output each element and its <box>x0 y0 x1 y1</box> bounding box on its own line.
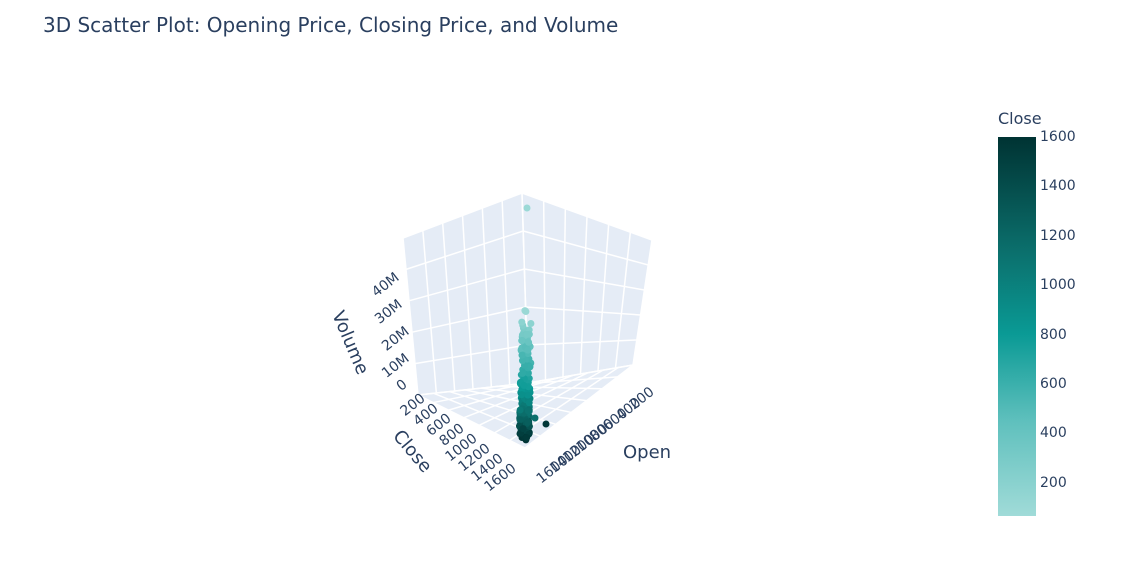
colorbar-title: Close <box>998 109 1042 128</box>
axis-title-z: Volume <box>327 308 372 378</box>
data-point <box>527 320 535 327</box>
scatter3d-plot[interactable]: 010M20M30M40M 200 400 600 800 1000 1200 1400 160… <box>0 0 1123 563</box>
data-point <box>524 346 532 354</box>
data-point <box>518 351 526 359</box>
data-point <box>525 338 533 346</box>
z-tick-label: 10M <box>379 351 412 382</box>
data-point <box>518 391 526 399</box>
z-tick-label: 30M <box>372 297 405 328</box>
colorbar-tick-label: 1200 <box>1040 227 1076 244</box>
data-point <box>518 318 526 326</box>
data-point <box>518 337 526 345</box>
data-point <box>516 416 524 424</box>
data-point <box>523 434 531 442</box>
data-point <box>519 425 527 433</box>
data-point <box>516 406 524 414</box>
z-tick-label: 20M <box>379 324 412 355</box>
data-point-outlier <box>531 414 539 422</box>
data-point <box>524 391 532 399</box>
colorbar-tick-label: 1600 <box>1040 129 1076 145</box>
axis-title-x: Open <box>623 442 671 463</box>
data-point <box>525 399 533 407</box>
colorbar-tick-label: 400 <box>1040 425 1067 442</box>
z-tick-label: 0 <box>394 377 411 395</box>
colorbar-tick-label: 800 <box>1040 326 1067 343</box>
data-point <box>522 308 530 315</box>
data-point-outlier <box>542 420 550 428</box>
data-point <box>520 382 528 389</box>
colorbar-tick-label: 600 <box>1040 375 1067 392</box>
colorbar-tick-label: 1000 <box>1040 277 1076 294</box>
data-point <box>523 330 531 338</box>
data-point <box>519 369 527 377</box>
data-point <box>524 418 532 426</box>
colorbar <box>998 137 1036 516</box>
colorbar-tick-label: 200 <box>1040 474 1067 491</box>
z-tick-label: 40M <box>369 270 402 301</box>
data-point <box>524 407 532 415</box>
data-point-outlier <box>523 204 531 212</box>
colorbar-tick-label: 1400 <box>1040 178 1076 195</box>
